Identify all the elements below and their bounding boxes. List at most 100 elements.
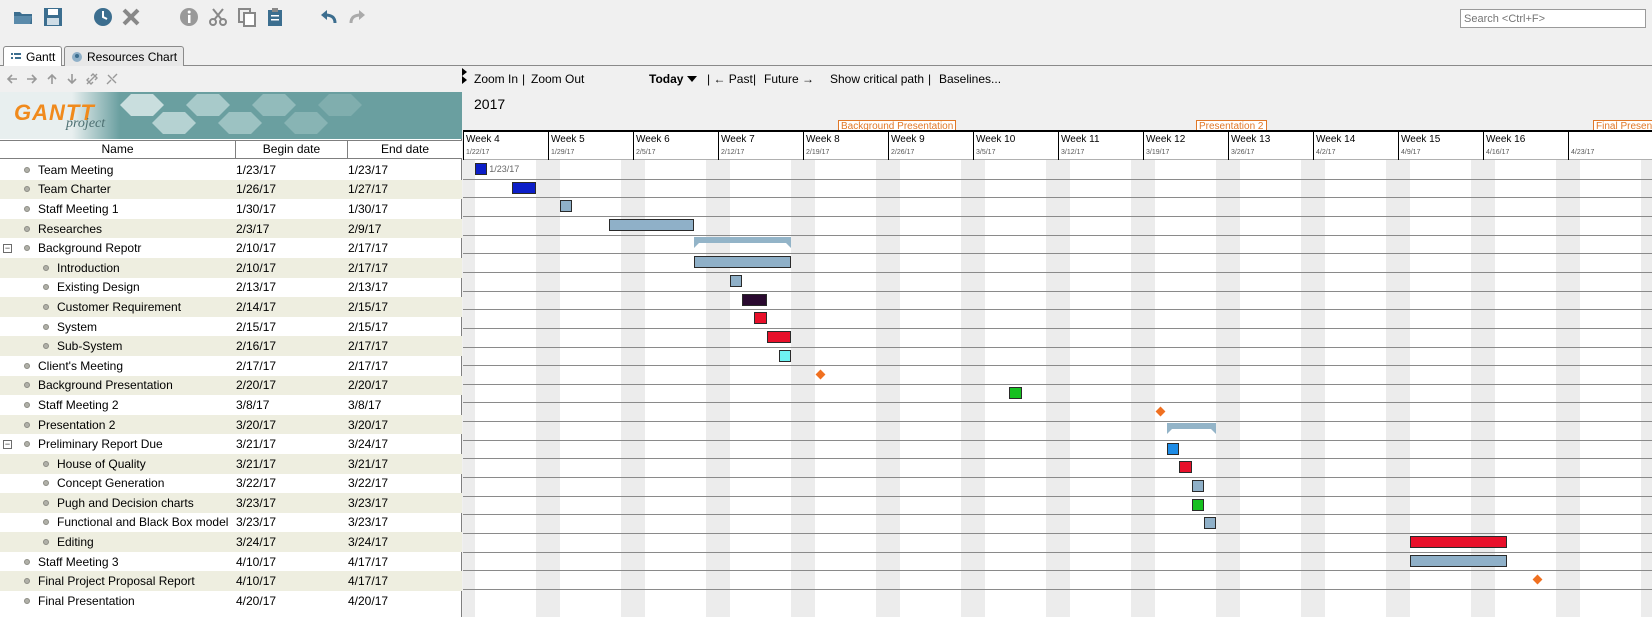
task-end-date[interactable]: 3/24/17 — [348, 532, 462, 552]
task-begin-date[interactable]: 4/20/17 — [236, 591, 348, 611]
column-header-end-date[interactable]: End date — [348, 141, 462, 158]
task-name-cell[interactable]: Sub-System — [0, 336, 236, 356]
task-bar[interactable] — [693, 256, 791, 269]
zoom-out-link[interactable]: Zoom Out — [531, 72, 584, 86]
task-end-date[interactable]: 4/17/17 — [348, 571, 462, 591]
tab-gantt[interactable]: Gantt — [3, 46, 63, 67]
task-bar[interactable] — [1203, 517, 1216, 530]
task-name-cell[interactable]: Staff Meeting 1 — [0, 199, 236, 219]
task-begin-date[interactable]: 3/22/17 — [236, 474, 348, 494]
milestone-diamond[interactable] — [1532, 574, 1543, 585]
unlink-tasks-icon[interactable] — [104, 71, 120, 87]
task-name-cell[interactable]: Team Charter — [0, 180, 236, 200]
table-row[interactable]: Team Charter 1/26/17 1/27/17 — [0, 179, 462, 200]
task-name-cell[interactable]: Final Project Proposal Report — [0, 571, 236, 591]
task-end-date[interactable]: 3/8/17 — [348, 395, 462, 415]
table-row[interactable]: House of Quality 3/21/17 3/21/17 — [0, 453, 462, 474]
table-row[interactable]: Introduction 2/10/17 2/17/17 — [0, 257, 462, 278]
today-button[interactable]: Today — [649, 72, 683, 86]
task-name-cell[interactable]: Existing Design — [0, 278, 236, 298]
outdent-arrow-icon[interactable] — [4, 71, 20, 87]
task-name-cell[interactable]: Concept Generation — [0, 474, 236, 494]
task-name-cell[interactable]: Staff Meeting 3 — [0, 552, 236, 572]
table-row[interactable]: Staff Meeting 2 3/8/17 3/8/17 — [0, 395, 462, 415]
task-end-date[interactable]: 1/23/17 — [348, 160, 462, 180]
task-bar[interactable] — [778, 349, 791, 362]
collapse-toggle-icon[interactable]: − — [3, 243, 12, 253]
show-critical-path-link[interactable]: Show critical path — [830, 72, 924, 86]
task-end-date[interactable]: 1/27/17 — [348, 180, 462, 200]
task-bar[interactable] — [766, 330, 791, 343]
task-bar[interactable] — [608, 218, 694, 231]
task-begin-date[interactable]: 2/10/17 — [236, 238, 348, 258]
task-begin-date[interactable]: 2/15/17 — [236, 317, 348, 337]
task-begin-date[interactable]: 2/20/17 — [236, 376, 348, 396]
task-end-date[interactable]: 2/17/17 — [348, 336, 462, 356]
task-end-date[interactable]: 3/24/17 — [348, 434, 462, 454]
task-name-cell[interactable]: − Preliminary Report Due — [0, 434, 236, 454]
task-name-cell[interactable]: Team Meeting — [0, 160, 236, 180]
table-row[interactable]: Researches 2/3/17 2/9/17 — [0, 218, 462, 239]
task-name-cell[interactable]: Introduction — [0, 258, 236, 278]
copy-icon[interactable] — [234, 4, 260, 30]
task-end-date[interactable]: 3/22/17 — [348, 474, 462, 494]
indent-arrow-icon[interactable] — [24, 71, 40, 87]
move-down-arrow-icon[interactable] — [64, 71, 80, 87]
task-end-date[interactable]: 3/23/17 — [348, 513, 462, 533]
task-end-date[interactable]: 2/13/17 — [348, 278, 462, 298]
table-row[interactable]: Staff Meeting 1 1/30/17 1/30/17 — [0, 199, 462, 219]
task-end-date[interactable]: 2/17/17 — [348, 356, 462, 376]
task-end-date[interactable]: 3/23/17 — [348, 493, 462, 513]
milestone-diamond[interactable] — [1155, 406, 1166, 417]
info-icon[interactable] — [176, 4, 202, 30]
table-row[interactable]: Client's Meeting 2/17/17 2/17/17 — [0, 356, 462, 376]
table-row[interactable]: Concept Generation 3/22/17 3/22/17 — [0, 474, 462, 494]
task-begin-date[interactable]: 4/10/17 — [236, 552, 348, 572]
task-end-date[interactable]: 2/17/17 — [348, 238, 462, 258]
task-name-cell[interactable]: − Background Repotr — [0, 238, 236, 258]
task-end-date[interactable]: 2/20/17 — [348, 376, 462, 396]
task-end-date[interactable]: 4/17/17 — [348, 552, 462, 572]
task-end-date[interactable]: 2/15/17 — [348, 317, 462, 337]
table-row[interactable]: Final Project Proposal Report 4/10/17 4/17… — [0, 571, 462, 592]
task-name-cell[interactable]: Customer Requirement — [0, 297, 236, 317]
table-row[interactable]: Presentation 2 3/20/17 3/20/17 — [0, 414, 462, 435]
task-bar[interactable] — [730, 274, 743, 287]
table-row[interactable]: System 2/15/17 2/15/17 — [0, 317, 462, 337]
task-begin-date[interactable]: 4/10/17 — [236, 571, 348, 591]
collapse-toggle-icon[interactable]: − — [3, 439, 12, 449]
task-begin-date[interactable]: 2/17/17 — [236, 356, 348, 376]
table-row[interactable]: Team Meeting 1/23/17 1/23/17 — [0, 160, 462, 180]
task-begin-date[interactable]: 3/23/17 — [236, 493, 348, 513]
task-bar[interactable] — [1191, 498, 1204, 511]
search-input[interactable] — [1460, 9, 1646, 28]
future-link[interactable]: Future → — [764, 72, 814, 86]
task-bar[interactable] — [1191, 480, 1204, 493]
task-name-cell[interactable]: Editing — [0, 532, 236, 552]
task-name-cell[interactable]: Pugh and Decision charts — [0, 493, 236, 513]
task-begin-date[interactable]: 1/23/17 — [236, 160, 348, 180]
task-name-cell[interactable]: System — [0, 317, 236, 337]
table-row[interactable]: Pugh and Decision charts 3/23/17 3/23/17 — [0, 493, 462, 513]
task-begin-date[interactable]: 3/21/17 — [236, 434, 348, 454]
task-end-date[interactable]: 1/30/17 — [348, 199, 462, 219]
task-name-cell[interactable]: Functional and Black Box model — [0, 513, 236, 533]
table-row[interactable]: Existing Design 2/13/17 2/13/17 — [0, 278, 462, 298]
tab-resources-chart[interactable]: Resources Chart — [64, 46, 185, 66]
paste-clipboard-icon[interactable] — [262, 4, 288, 30]
task-bar[interactable] — [1179, 461, 1192, 474]
summary-task-bar[interactable] — [1167, 423, 1216, 435]
task-name-cell[interactable]: Final Presentation — [0, 591, 236, 611]
link-tasks-icon[interactable] — [84, 71, 100, 87]
task-name-cell[interactable]: Presentation 2 — [0, 415, 236, 435]
task-begin-date[interactable]: 2/13/17 — [236, 278, 348, 298]
task-bar[interactable] — [511, 181, 536, 194]
table-row[interactable]: Customer Requirement 2/14/17 2/15/17 — [0, 297, 462, 317]
table-row[interactable]: − Background Repotr 2/10/17 2/17/17 — [0, 238, 462, 258]
cut-scissors-icon[interactable] — [205, 4, 231, 30]
table-row[interactable]: Sub-System 2/16/17 2/17/17 — [0, 336, 462, 356]
table-row[interactable]: Background Presentation 2/20/17 2/20/17 — [0, 375, 462, 396]
zoom-in-link[interactable]: Zoom In — [474, 72, 518, 86]
task-begin-date[interactable]: 2/3/17 — [236, 219, 348, 239]
task-bar[interactable] — [742, 293, 767, 306]
